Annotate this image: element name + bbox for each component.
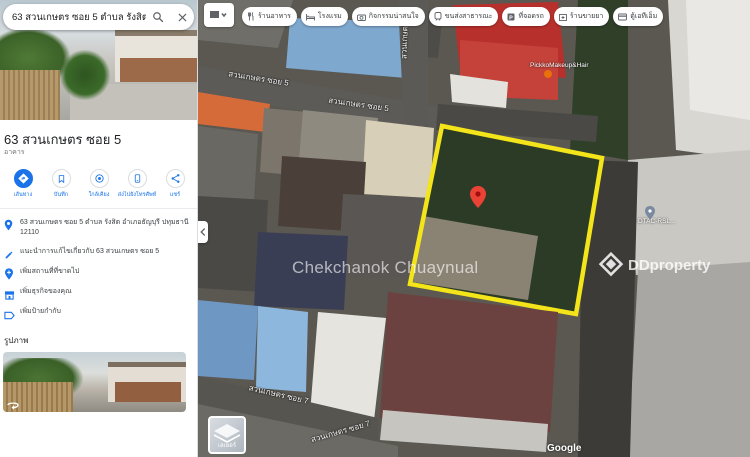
edit-pencil-icon — [0, 247, 20, 265]
chip-transit[interactable]: ขนส่งสาธารณะ — [428, 7, 499, 26]
hero-shrub — [60, 50, 110, 100]
directions-label: เส้นทาง — [13, 192, 33, 198]
search-box[interactable]: 63 สวนเกษตร ซอย 5 ตำบล รังสิต อำเภอธัญ — [3, 4, 194, 30]
action-bar: เส้นทาง บันทึก ใกล้เคียง ส่งไปยังโทรศัพท… — [0, 169, 197, 199]
chip-label: ร้านขายยา — [569, 13, 604, 20]
satellite-map[interactable]: ร้านอาหาร โรงแรม กิจกรรมน่าสนใจ ขนส่งสาธ… — [198, 0, 750, 457]
collapse-panel-button[interactable] — [198, 221, 208, 243]
watermark-photographer: Chekchanok Chuaynual — [292, 258, 479, 277]
watermark-ddproperty: DDproperty — [598, 252, 711, 278]
directions-button[interactable]: เส้นทาง — [6, 169, 40, 199]
location-pin-icon — [0, 218, 20, 236]
road-label-vertical: สวนเกษตร — [399, 21, 410, 60]
photo-thumbnail[interactable] — [3, 352, 186, 412]
add-place-icon — [0, 267, 20, 285]
svg-text:P: P — [510, 15, 514, 21]
address-row[interactable]: 63 สวนเกษตร ซอย 5 ตำบล รังสิต อำเภอธัญบุ… — [0, 218, 197, 238]
save-button[interactable]: บันทึก — [44, 169, 78, 199]
roof-maroon — [380, 292, 558, 432]
camera-icon — [356, 14, 366, 21]
chevron-left-icon — [200, 228, 206, 236]
add-place-text: เพิ่มสถานที่ที่ขาดไป — [20, 268, 80, 275]
layers-label: เลเยอร์ — [217, 443, 237, 449]
roof-blue-lower — [256, 306, 308, 392]
chip-restaurants[interactable]: ร้านอาหาร — [242, 7, 297, 26]
layer-menu-button[interactable] — [204, 3, 234, 27]
save-label: บันทึก — [53, 192, 69, 198]
chip-label: ที่จอดรถ — [518, 13, 544, 20]
search-icon[interactable] — [146, 5, 170, 29]
chip-label: โรงแรม — [317, 13, 342, 20]
divider — [0, 208, 197, 209]
address-text: 63 สวนเกษตร ซอย 5 ตำบล รังสิต อำเภอธัญบุ… — [20, 219, 189, 236]
chip-hotels[interactable]: โรงแรม — [300, 7, 348, 26]
restaurant-icon — [248, 12, 254, 21]
chip-pharmacy[interactable]: ร้านขายยา — [553, 7, 610, 26]
roof-blue-lower-left — [198, 300, 258, 380]
map-thumbnail-icon — [210, 11, 227, 18]
share-label: แชร์ — [169, 192, 181, 198]
ddproperty-logo-icon — [598, 252, 624, 277]
add-label-text: เพิ่มป้ายกำกับ — [20, 308, 61, 315]
building-right-roof — [686, 0, 750, 120]
nearby-button[interactable]: ใกล้เคียง — [82, 169, 116, 199]
directions-icon — [13, 169, 33, 188]
parking-icon: P — [507, 13, 515, 21]
thumb-house-lower — [115, 382, 181, 402]
roof-left-grey — [198, 126, 258, 200]
place-category: อาคาร — [4, 149, 25, 156]
transit-icon — [434, 12, 442, 21]
suggest-edit-text: แนะนำการแก้ไขเกี่ยวกับ 63 สวนเกษตร ซอย 5 — [20, 248, 160, 255]
place-panel: 63 สวนเกษตร ซอย 5 ตำบล รังสิต อำเภอธัญ 6… — [0, 0, 198, 457]
nearby-icon — [89, 169, 109, 188]
pharmacy-icon — [558, 13, 567, 21]
bookmark-icon — [51, 169, 71, 188]
category-chips: ร้านอาหาร โรงแรม กิจกรรมน่าสนใจ ขนส่งสาธ… — [242, 7, 664, 26]
hero-house-lower — [120, 58, 197, 82]
send-to-phone-icon — [127, 169, 147, 188]
add-label-row[interactable]: เพิ่มป้ายกำกับ — [0, 307, 197, 325]
add-place-row[interactable]: เพิ่มสถานที่ที่ขาดไป — [0, 267, 197, 285]
roof-blue-top — [286, 18, 410, 78]
chip-label: ขนส่งสาธารณะ — [444, 13, 493, 20]
chip-atm[interactable]: ตู้เอทีเอ็ม — [613, 7, 664, 26]
send-to-phone-button[interactable]: ส่งไปยังโทรศัพท์ — [117, 169, 157, 199]
place-label-pickko[interactable]: PickkoMakeup&Hair — [530, 62, 589, 69]
hero-fence — [0, 70, 60, 120]
nearby-label: ใกล้เคียง — [88, 192, 110, 198]
add-business-text: เพิ่มธุรกิจของคุณ — [20, 288, 72, 295]
layers-button[interactable]: เลเยอร์ — [208, 416, 246, 454]
ddproperty-text: DDproperty — [628, 256, 711, 274]
google-logo: Google — [547, 443, 582, 454]
chip-label: กิจกรรมน่าสนใจ — [368, 13, 419, 20]
place-label-dtac[interactable]: DTAC-RSL... — [638, 218, 675, 225]
chip-label: ร้านอาหาร — [258, 13, 291, 20]
chip-things-to-do[interactable]: กิจกรรมน่าสนใจ — [351, 7, 425, 26]
street-view-360-icon[interactable] — [6, 397, 20, 410]
add-business-row[interactable]: เพิ่มธุรกิจของคุณ — [0, 287, 197, 305]
roof-white-lower — [310, 312, 386, 420]
roof-cream — [362, 120, 434, 198]
pickko-poi-marker[interactable] — [544, 70, 552, 78]
chip-parking[interactable]: P ที่จอดรถ — [502, 7, 550, 26]
suggest-edit-row[interactable]: แนะนำการแก้ไขเกี่ยวกับ 63 สวนเกษตร ซอย 5 — [0, 247, 197, 265]
share-button[interactable]: แชร์ — [158, 169, 192, 199]
photos-heading: รูปภาพ — [4, 336, 29, 345]
label-icon — [0, 307, 20, 325]
share-icon — [165, 169, 185, 188]
hotel-icon — [305, 13, 315, 20]
send-to-phone-label: ส่งไปยังโทรศัพท์ — [117, 192, 157, 198]
chip-label: ตู้เอทีเอ็ม — [630, 13, 658, 20]
building-right-low — [628, 262, 750, 457]
close-icon[interactable] — [170, 5, 194, 29]
business-icon — [0, 287, 20, 305]
atm-icon — [618, 13, 628, 20]
search-input[interactable]: 63 สวนเกษตร ซอย 5 ตำบล รังสิต อำเภอธัญ — [3, 10, 146, 25]
